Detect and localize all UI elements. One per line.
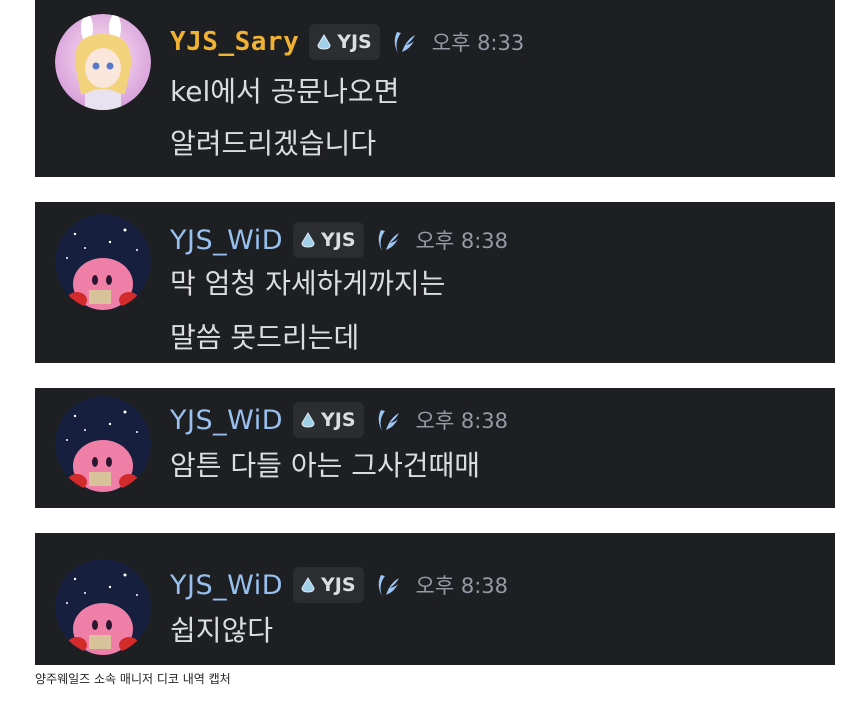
server-tag[interactable]: YJS [293, 567, 364, 603]
water-drop-icon [301, 412, 315, 428]
wheat-role-icon[interactable] [372, 569, 404, 601]
message-text: 쉽지않다 [170, 614, 274, 647]
tag-label: YJS [321, 409, 356, 431]
message-text: 알려드리겠습니다 [170, 127, 377, 160]
username[interactable]: YJS_WiD [170, 570, 283, 601]
tag-label: YJS [321, 574, 356, 596]
server-tag[interactable]: YJS [309, 24, 380, 60]
timestamp: 오후 8:38 [415, 229, 508, 253]
message-card: YJS_Sary YJS 오후 8:33 kel에서 공문나오면 알려드리겠습니… [35, 0, 835, 177]
username[interactable]: YJS_WiD [170, 405, 283, 436]
avatar[interactable] [55, 214, 151, 310]
server-tag[interactable]: YJS [293, 222, 364, 258]
message-card: YJS_WiD YJS 오후 8:38 암튼 다들 아는 그사건때매 [35, 388, 835, 508]
message-card: YJS_WiD YJS 오후 8:38 쉽지않다 [35, 533, 835, 665]
message-text: 막 엄청 자세하게까지는 [170, 267, 446, 300]
timestamp: 오후 8:38 [415, 574, 508, 598]
message-text: 암튼 다들 아는 그사건때매 [170, 449, 481, 482]
timestamp: 오후 8:38 [415, 409, 508, 433]
avatar[interactable] [55, 14, 151, 110]
message-card: YJS_WiD YJS 오후 8:38 막 엄청 자세하게까지는 말씀 못드리는… [35, 202, 835, 363]
caption: 양주웨일즈 소속 매니저 디코 내역 캡처 [35, 672, 231, 686]
message-text: 말씀 못드리는데 [170, 321, 360, 354]
wheat-role-icon[interactable] [388, 26, 420, 58]
wheat-role-icon[interactable] [372, 224, 404, 256]
water-drop-icon [317, 34, 331, 50]
water-drop-icon [301, 577, 315, 593]
wheat-role-icon[interactable] [372, 404, 404, 436]
avatar[interactable] [55, 559, 151, 655]
message-text: kel에서 공문나오면 [170, 75, 400, 108]
username[interactable]: YJS_WiD [170, 225, 283, 256]
water-drop-icon [301, 232, 315, 248]
message-header: YJS_Sary YJS 오후 8:33 [170, 22, 524, 62]
server-tag[interactable]: YJS [293, 402, 364, 438]
tag-label: YJS [337, 31, 372, 53]
timestamp: 오후 8:33 [431, 31, 525, 55]
tag-label: YJS [321, 229, 356, 251]
message-header: YJS_WiD YJS 오후 8:38 [170, 220, 508, 260]
message-header: YJS_WiD YJS 오후 8:38 [170, 400, 508, 440]
message-header: YJS_WiD YJS 오후 8:38 [170, 565, 508, 605]
username[interactable]: YJS_Sary [170, 27, 299, 57]
avatar[interactable] [55, 396, 151, 492]
